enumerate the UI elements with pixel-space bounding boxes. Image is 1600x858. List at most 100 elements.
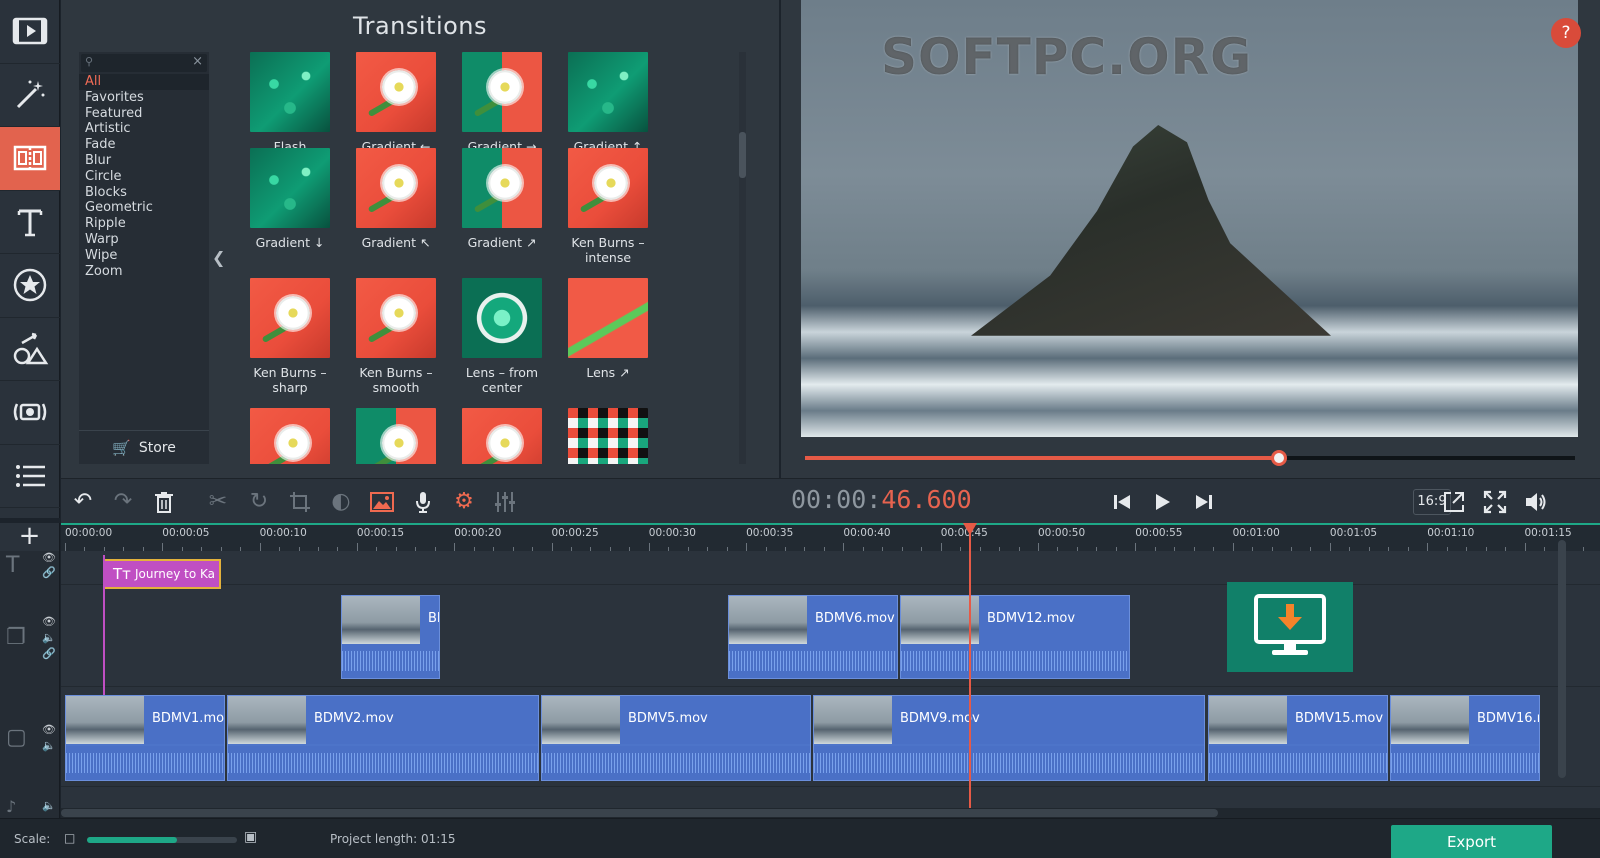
panel-scrollbar[interactable] (739, 52, 746, 464)
add-track-button[interactable]: + (0, 523, 60, 551)
link-icon[interactable]: 🔗 (42, 566, 56, 579)
collapse-panel-icon[interactable]: ❮ (212, 248, 225, 267)
seekbar-knob[interactable] (1270, 450, 1287, 466)
category-item[interactable]: Blocks (79, 185, 209, 201)
category-item[interactable]: Geometric (79, 200, 209, 216)
transition-tile[interactable]: Ken Burns – sharp (236, 278, 344, 408)
timeline-horizontal-scrollbar[interactable] (61, 808, 1600, 818)
filters-button[interactable] (0, 64, 60, 127)
eye-icon[interactable]: 👁 (42, 551, 56, 564)
titles-button[interactable] (0, 191, 60, 254)
panel-scroll-thumb[interactable] (739, 132, 746, 178)
timeline-ruler[interactable]: 00:00:00 00:00:05 00:00:10 00:00:15 00:00:20… (61, 523, 1600, 551)
color-adjust-button[interactable]: ◐ (321, 479, 361, 524)
transition-tile[interactable] (236, 408, 344, 464)
transition-label: Ken Burns – intense (571, 235, 645, 265)
overlay-clip[interactable]: Bl (341, 595, 440, 679)
category-item[interactable]: Fade (79, 137, 209, 153)
record-button[interactable] (0, 381, 60, 445)
main-clip[interactable]: BDMV1.mov (65, 695, 225, 781)
category-item[interactable]: Wipe (79, 248, 209, 264)
main-clip[interactable]: BDMV9.mov (813, 695, 1205, 781)
transition-tile[interactable]: Lens ↗ (554, 278, 662, 408)
previous-frame-button[interactable] (1102, 479, 1142, 524)
help-button[interactable]: ? (1551, 18, 1581, 48)
playhead-line[interactable] (969, 523, 971, 808)
transition-tile[interactable]: Gradient ↖ (342, 148, 450, 278)
transition-tile[interactable]: Ken Burns – intense (554, 148, 662, 278)
transition-tile[interactable]: Lens – from center (448, 278, 556, 408)
main-clip[interactable]: BDMV16.m (1390, 695, 1540, 781)
transition-tile[interactable]: Ken Burns – smooth (342, 278, 450, 408)
download-overlay-badge[interactable] (1227, 582, 1353, 672)
timeline-vertical-scrollbar[interactable] (1558, 540, 1566, 778)
h-scroll-thumb[interactable] (61, 809, 1218, 817)
preview-area: SOFTPC.ORG ? (781, 0, 1600, 478)
transition-tile[interactable] (448, 408, 556, 464)
transition-tile[interactable] (342, 408, 450, 464)
transition-tile[interactable]: Gradient ↗ (448, 148, 556, 278)
eye-icon[interactable]: 👁 (42, 723, 56, 736)
stickers-button[interactable] (0, 254, 60, 318)
export-button[interactable]: Export (1391, 825, 1552, 858)
playhead-handle[interactable] (963, 523, 977, 535)
scale-slider[interactable] (87, 837, 237, 843)
zoom-in-icon[interactable]: ▣ (244, 829, 257, 845)
store-button[interactable]: 🛒 Store (79, 430, 209, 464)
transition-label: Gradient ↗ (467, 235, 537, 250)
category-item[interactable]: Featured (79, 106, 209, 122)
play-button[interactable] (1142, 479, 1182, 524)
transition-label: Ken Burns – sharp (253, 365, 327, 395)
speaker-small-icon[interactable]: 🔈 (42, 739, 56, 752)
cut-button[interactable]: ✂ (198, 479, 238, 524)
project-length: Project length: 01:15 (330, 832, 456, 846)
category-item[interactable]: Circle (79, 169, 209, 185)
category-item[interactable]: Warp (79, 232, 209, 248)
speaker-small-icon[interactable]: 🔈 (42, 631, 56, 644)
timecode-display: 00:00:46.600 (791, 485, 972, 514)
eye-icon[interactable]: 👁 (42, 615, 56, 628)
crop-button[interactable] (280, 479, 320, 524)
category-item[interactable]: Blur (79, 153, 209, 169)
delete-button[interactable] (144, 479, 184, 524)
speaker-small-icon[interactable]: 🔈 (42, 799, 56, 812)
overlay-clip[interactable]: BDMV6.mov (728, 595, 898, 679)
callouts-button[interactable] (0, 318, 60, 381)
category-search-input[interactable]: ⚲ × (81, 54, 207, 72)
transition-tile[interactable]: Gradient ↓ (236, 148, 344, 278)
fullscreen-button[interactable] (1475, 479, 1515, 524)
next-frame-button[interactable] (1184, 479, 1224, 524)
main-clip[interactable]: BDMV5.mov (541, 695, 811, 781)
rotate-button[interactable]: ↻ (239, 479, 279, 524)
category-item[interactable]: Zoom (79, 264, 209, 280)
undo-button[interactable]: ↶ (63, 479, 103, 524)
clip-properties-button[interactable] (362, 479, 402, 524)
playback-seekbar[interactable] (805, 450, 1575, 466)
ruler-tick-label: 00:00:50 (1038, 527, 1086, 539)
category-item[interactable]: Ripple (79, 216, 209, 232)
category-item[interactable]: All (79, 74, 209, 90)
link-icon[interactable]: 🔗 (42, 647, 56, 660)
transitions-button[interactable] (0, 127, 60, 191)
volume-button[interactable] (1516, 479, 1556, 524)
ruler-tick-label: 00:01:15 (1524, 527, 1572, 539)
category-item[interactable]: Favorites (79, 90, 209, 106)
import-media-button[interactable] (0, 0, 60, 64)
more-tools-button[interactable] (0, 445, 60, 508)
zoom-out-icon[interactable]: □ (64, 831, 75, 845)
record-voice-button[interactable] (403, 479, 443, 524)
main-clip[interactable]: BDMV15.mov (1208, 695, 1388, 781)
detach-preview-button[interactable] (1434, 479, 1474, 524)
audio-waveform (1391, 746, 1539, 780)
transition-tile[interactable] (554, 408, 662, 464)
clear-search-icon[interactable]: × (192, 54, 203, 69)
equalizer-button[interactable] (485, 479, 525, 524)
overlay-clip[interactable]: BDMV12.mov (900, 595, 1130, 679)
ruler-tick-label: 00:00:25 (551, 527, 599, 539)
settings-button[interactable]: ⚙ (444, 479, 484, 524)
category-item[interactable]: Artistic (79, 121, 209, 137)
clip-thumbnail (1209, 696, 1287, 744)
transition-thumbnail (462, 278, 542, 358)
redo-button[interactable]: ↷ (103, 479, 143, 524)
main-clip[interactable]: BDMV2.mov (227, 695, 539, 781)
